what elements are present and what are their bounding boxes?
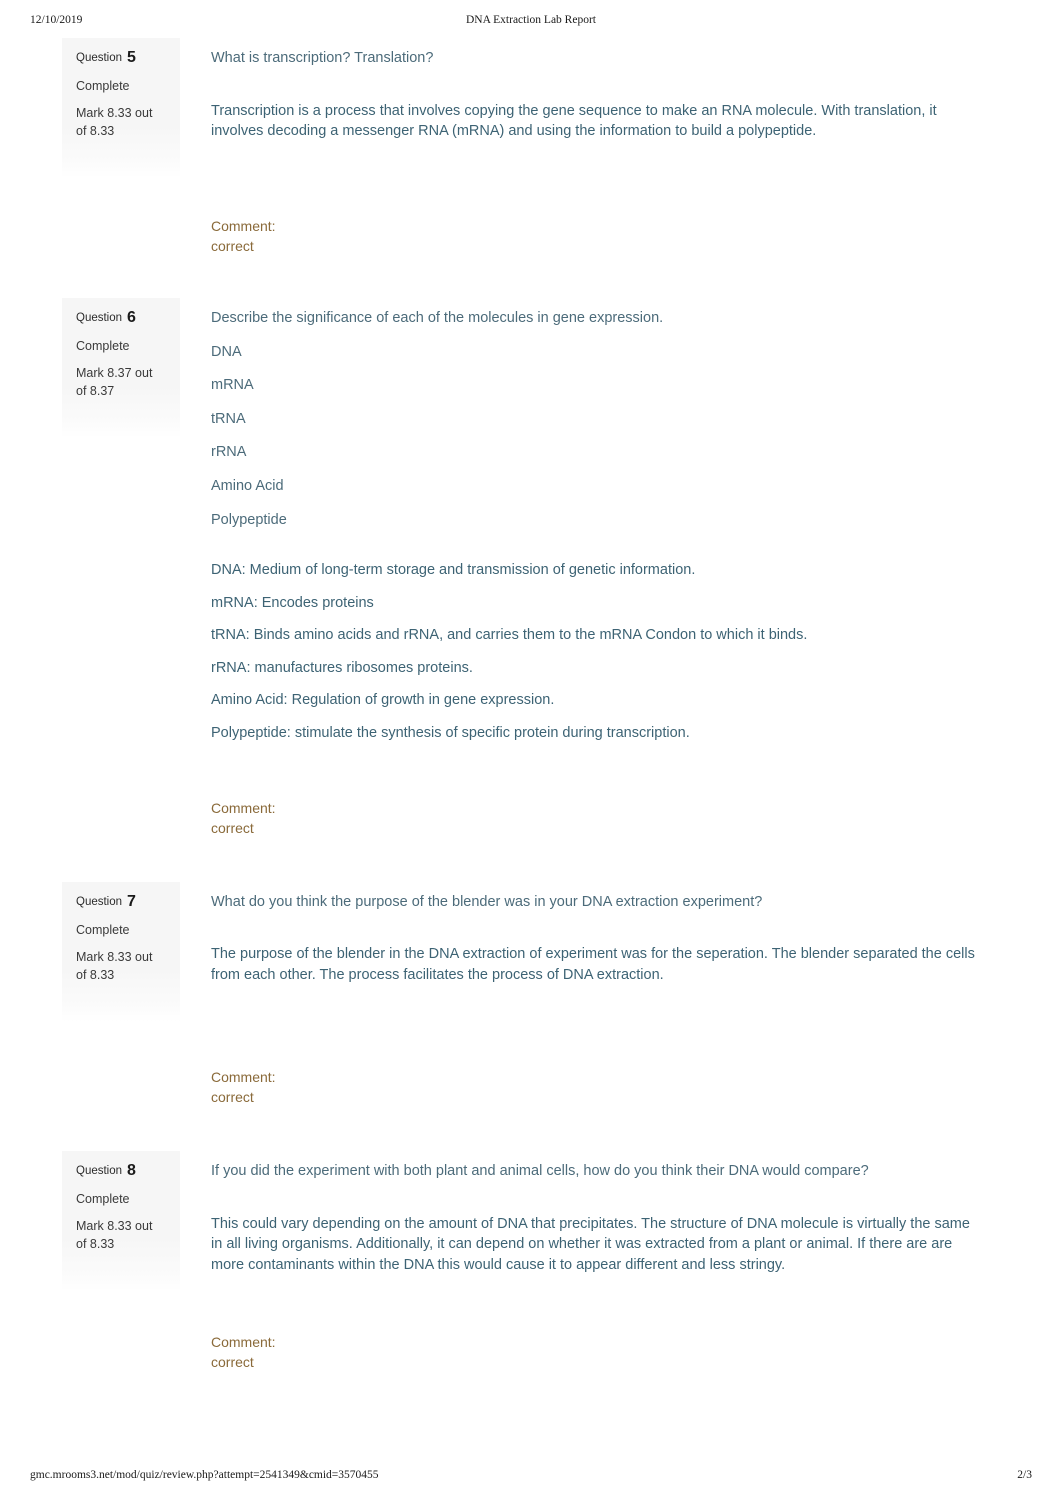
- comment-value: correct: [211, 1088, 254, 1105]
- question-content: What do you think the purpose of the ble…: [211, 882, 1001, 1107]
- question-number: 6: [127, 309, 136, 327]
- comment-section: Comment: correct: [211, 798, 1001, 838]
- question-number-line: Question 6: [76, 308, 166, 328]
- question-mark: Mark 8.33 out of 8.33: [76, 949, 153, 982]
- question-number-line: Question 5: [76, 48, 166, 68]
- question-block: Question 7 Complete Mark 8.33 out of 8.33 Wh…: [0, 881, 1062, 1107]
- comment-label: Comment:: [211, 1334, 276, 1351]
- question-label: Question: [76, 52, 123, 64]
- source-url: gmc.mrooms3.net/mod/quiz/review.php?atte…: [30, 1469, 379, 1481]
- block-separator: [0, 1107, 1062, 1151]
- question-state: Complete: [76, 339, 130, 354]
- comment-label: Comment:: [211, 1068, 276, 1085]
- answer-comment-gap: [211, 154, 1001, 216]
- answer-text: Amino Acid: Regulation of growth in gene…: [211, 692, 555, 709]
- question-text-line: mRNA: [211, 377, 254, 394]
- document-title: DNA Extraction Lab Report: [466, 14, 596, 26]
- prompt-answer-gap: [211, 83, 1001, 101]
- question-text-line: tRNA: [211, 410, 246, 427]
- question-state: Complete: [76, 922, 130, 937]
- question-text-line: DNA: [211, 343, 242, 360]
- comment-value: correct: [211, 237, 254, 254]
- answer-comment-gap: [211, 998, 1001, 1067]
- question-mark: Mark 8.33 out of 8.33: [76, 106, 153, 139]
- print-footer: gmc.mrooms3.net/mod/quiz/review.php?atte…: [0, 1469, 1062, 1487]
- answer-comment-gap: [211, 756, 1001, 798]
- question-block: Question 5 Complete Mark 8.33 out of 8.33 Wh…: [0, 38, 1062, 256]
- answer-text: The purpose of the blender in the DNA ex…: [211, 946, 975, 984]
- question-info-panel: Question 5 Complete Mark 8.33 out of 8.33: [62, 38, 180, 179]
- question-text-line: Amino Acid: [211, 477, 284, 494]
- comment-value: correct: [211, 819, 254, 836]
- comment-section: Comment: correct: [211, 1332, 1001, 1372]
- page-number: 2/3: [1017, 1469, 1032, 1481]
- question-block: Question 6 Complete Mark 8.37 out of 8.37 De…: [0, 298, 1062, 838]
- question-label: Question: [76, 1164, 123, 1177]
- comment-label: Comment:: [211, 799, 276, 816]
- answer-text: Transcription is a process that involves…: [211, 102, 937, 140]
- question-number: 7: [127, 892, 136, 910]
- question-text-line: rRNA: [211, 444, 247, 461]
- question-number-line: Question 8: [76, 1161, 166, 1181]
- comment-label: Comment:: [211, 217, 276, 234]
- question-content: Describe the significance of each of the…: [211, 298, 1001, 838]
- answer-text: This could vary depending on the amount …: [211, 1215, 970, 1273]
- answer-text: mRNA: Encodes proteins: [211, 594, 374, 611]
- question-state: Complete: [76, 1191, 130, 1206]
- prompt-answer-gap: [211, 926, 1001, 944]
- question-content: If you did the experiment with both plan…: [211, 1151, 1001, 1373]
- prompt-answer-gap: [211, 543, 1001, 560]
- block-separator: [0, 256, 1062, 298]
- comment-section: Comment: correct: [211, 216, 1001, 256]
- answer-text: DNA: Medium of long-term storage and tra…: [211, 562, 696, 579]
- answer-text: Polypeptide: stimulate the synthesis of …: [211, 724, 690, 741]
- comment-value: correct: [211, 1354, 254, 1371]
- question-info-panel: Question 8 Complete Mark 8.33 out of 8.33: [62, 1150, 180, 1292]
- answer-comment-gap: [211, 1287, 1001, 1332]
- question-text-line: What is transcription? Translation?: [211, 50, 434, 66]
- question-mark: Mark 8.37 out of 8.37: [76, 366, 153, 399]
- question-text-line: Polypeptide: [211, 511, 287, 528]
- question-state: Complete: [76, 79, 130, 93]
- question-content: What is transcription? Translation? Trans…: [211, 38, 1001, 256]
- answer-text: rRNA: manufactures ribosomes proteins.: [211, 659, 473, 676]
- question-number: 5: [127, 49, 136, 66]
- question-number-line: Question 7: [76, 892, 166, 912]
- question-number: 8: [127, 1161, 136, 1179]
- quiz-review-body: Question 5 Complete Mark 8.33 out of 8.33 Wh…: [0, 38, 1062, 1373]
- question-block: Question 8 Complete Mark 8.33 out of 8.33 If…: [0, 1150, 1062, 1373]
- prompt-answer-gap: [211, 1196, 1001, 1214]
- question-text-line: If you did the experiment with both plan…: [211, 1162, 869, 1179]
- answer-text: tRNA: Binds amino acids and rRNA, and ca…: [211, 627, 808, 644]
- question-label: Question: [76, 312, 123, 325]
- question-info-panel: Question 7 Complete Mark 8.33 out of 8.33: [62, 881, 180, 1023]
- question-label: Question: [76, 895, 123, 908]
- question-info-panel: Question 6 Complete Mark 8.37 out of 8.37: [62, 298, 180, 439]
- print-header: 12/10/2019 DNA Extraction Lab Report: [0, 14, 1062, 34]
- question-text-line: What do you think the purpose of the ble…: [211, 893, 763, 910]
- comment-section: Comment: correct: [211, 1067, 1001, 1107]
- question-text-line: Describe the significance of each of the…: [211, 310, 664, 327]
- block-separator: [0, 838, 1062, 882]
- question-mark: Mark 8.33 out of 8.33: [76, 1218, 153, 1252]
